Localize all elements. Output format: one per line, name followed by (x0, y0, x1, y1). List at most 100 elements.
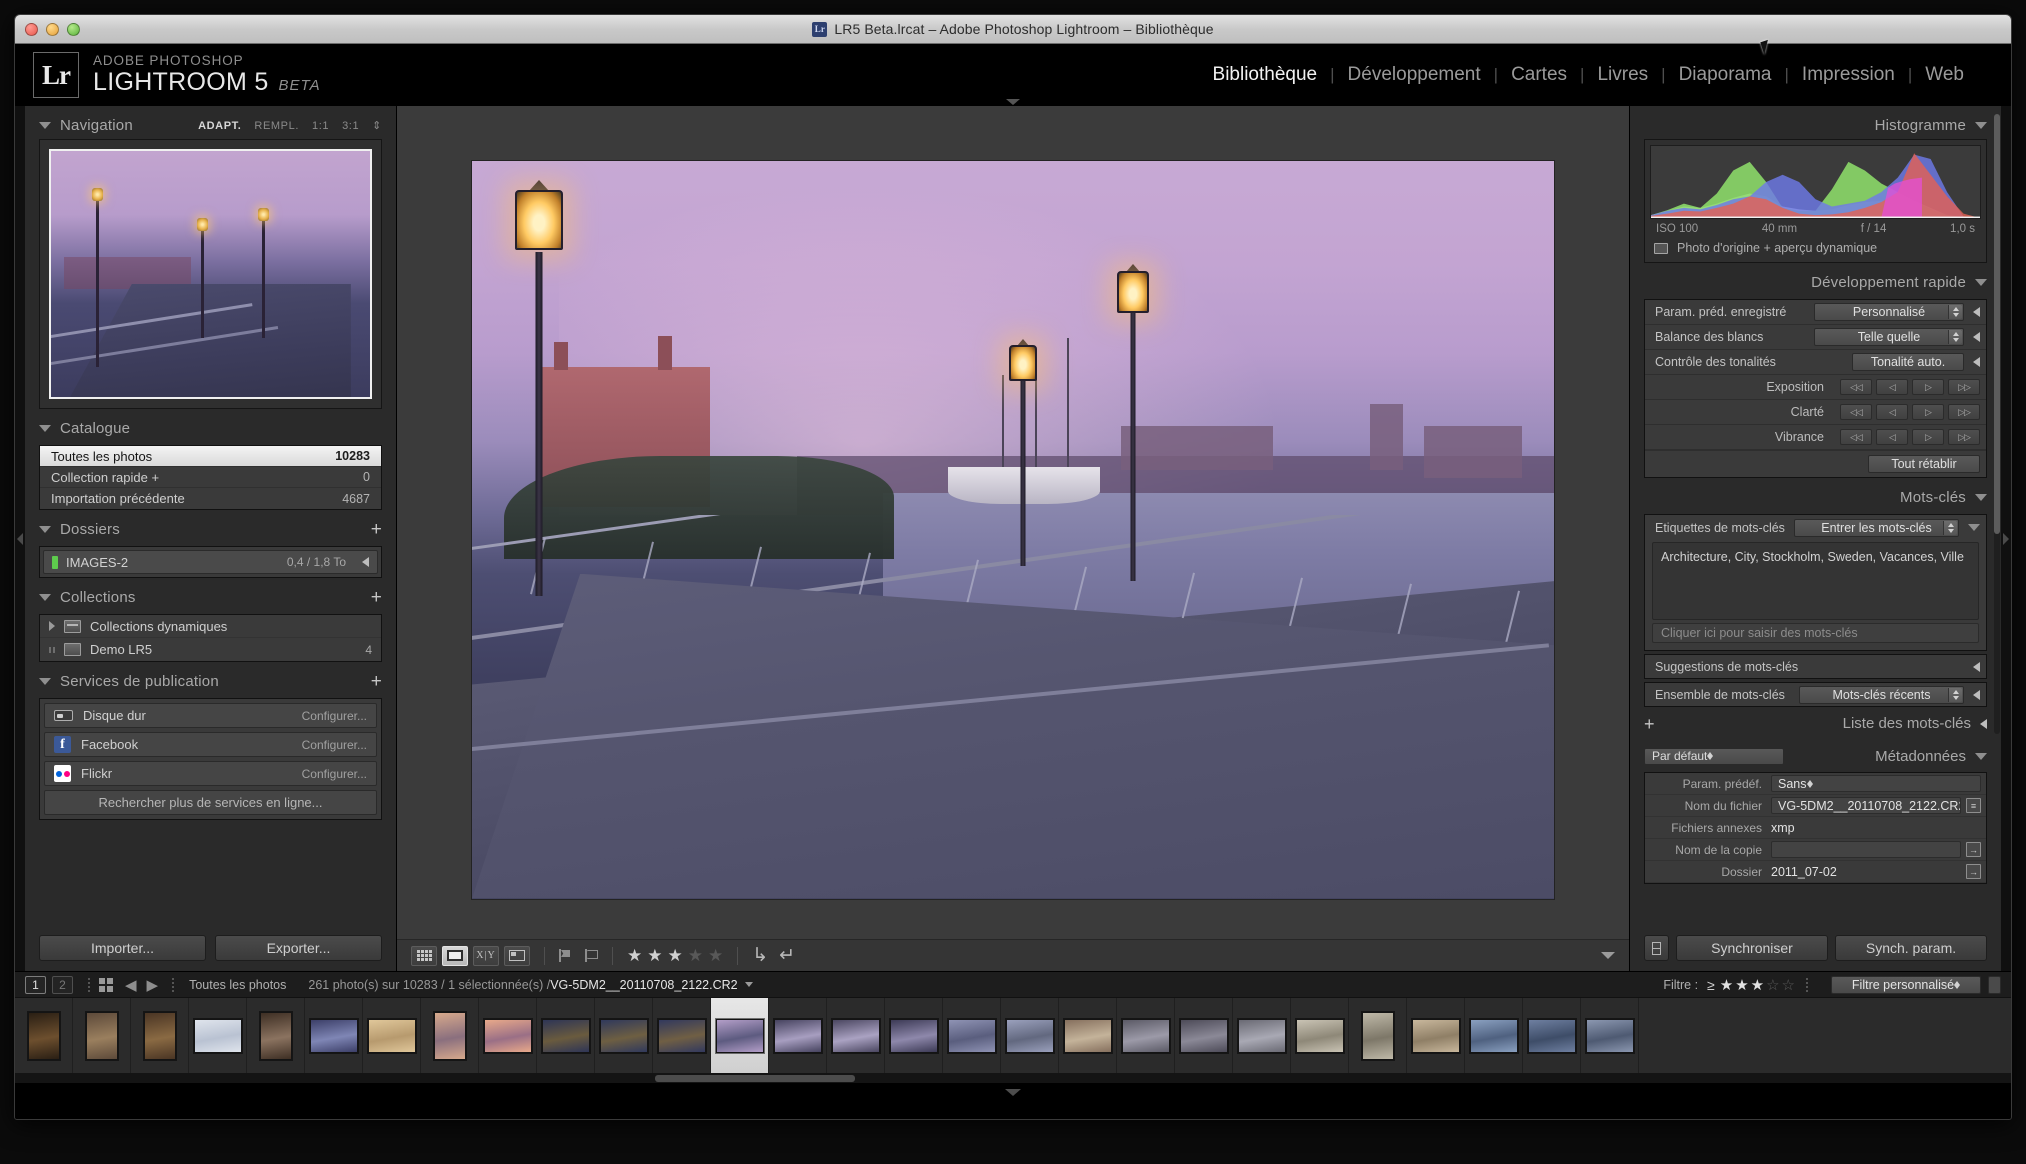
keyword-mode-select[interactable]: Entrer les mots-clés (1794, 518, 1959, 537)
tone-expand-icon[interactable] (1973, 357, 1980, 367)
reset-all-button[interactable]: Tout rétablir (1868, 455, 1980, 473)
loupe-view-icon[interactable] (442, 945, 468, 966)
original-photo-row[interactable]: Photo d'origine + aperçu dynamique (1650, 237, 1981, 257)
filmstrip-scrollbar[interactable] (15, 1073, 2011, 1083)
toolbar-options-caret-icon[interactable] (1601, 952, 1615, 959)
filmstrip-thumbnail[interactable] (599, 1018, 648, 1053)
add-publish-service-button[interactable]: + (371, 672, 382, 691)
stepper-icon[interactable] (1948, 305, 1962, 319)
keyword-list-expand-icon[interactable] (1980, 718, 1987, 729)
filter-preset-select[interactable]: Filtre personnalisé (1831, 975, 1981, 994)
metadata-view-select[interactable]: Par défaut (1644, 747, 1784, 765)
zoom-adapt[interactable]: ADAPT. (198, 120, 241, 132)
filmstrip-thumbnail-cell[interactable] (653, 998, 711, 1073)
filmstrip-thumbnail[interactable] (889, 1018, 938, 1053)
keyword-tags-textarea[interactable]: Architecture, City, Stockholm, Sweden, V… (1652, 542, 1979, 620)
filmstrip-source-label[interactable]: Toutes les photos (189, 978, 286, 992)
filmstrip-thumbnail[interactable] (541, 1018, 590, 1053)
filmstrip-thumbnail[interactable] (1237, 1018, 1286, 1053)
filmstrip-thumbnail-cell[interactable] (131, 998, 189, 1073)
configure-link[interactable]: Configurer... (302, 709, 367, 723)
stepper-icon[interactable] (1948, 330, 1962, 344)
scrollbar-thumb[interactable] (655, 1075, 855, 1082)
stepper-icon[interactable] (1954, 980, 1961, 989)
filter-operator[interactable]: ≥ (1707, 977, 1715, 993)
rating-star-3[interactable]: ★ (668, 947, 683, 964)
metadata-filename-value[interactable]: VG-5DM2__20110708_2122.CR2 (1771, 797, 1961, 814)
keyword-set-select[interactable]: Mots-clés récents (1799, 685, 1964, 704)
zoom-3-1[interactable]: 3:1 (342, 120, 359, 132)
folder-volume-row[interactable]: IMAGES-2 0,4 / 1,8 To (43, 550, 378, 574)
filmstrip-thumbnail-cell[interactable] (1233, 998, 1291, 1073)
filmstrip-thumbnail[interactable] (1469, 1018, 1518, 1053)
expand-triangle-icon[interactable] (49, 621, 55, 631)
filmstrip-thumbnail-cell[interactable] (363, 998, 421, 1073)
flag-reject-icon[interactable] (585, 949, 598, 962)
scrollbar-thumb[interactable] (1994, 114, 2000, 534)
add-collection-button[interactable]: + (371, 588, 382, 607)
configure-link[interactable]: Configurer... (302, 738, 367, 752)
filmstrip-thumbnail-cell[interactable] (943, 998, 1001, 1073)
exposure-decrease-big[interactable]: ◁◁ (1840, 379, 1872, 395)
filmstrip-thumbnail[interactable] (947, 1018, 996, 1053)
zoom-1-1[interactable]: 1:1 (312, 120, 329, 132)
filmstrip-thumbnail[interactable] (1411, 1018, 1460, 1053)
stepper-icon[interactable] (1806, 779, 1813, 788)
rating-star-5[interactable]: ★ (708, 947, 723, 964)
zoom-level-picker[interactable]: ADAPT. REMPL. 1:1 3:1 ⇕ (198, 119, 382, 133)
stepper-icon[interactable] (1707, 752, 1714, 760)
auto-tone-button[interactable]: Tonalité auto. (1852, 353, 1964, 371)
publish-service-flickr[interactable]: Flickr Configurer... (44, 761, 377, 786)
filmstrip-thumbnail[interactable] (715, 1018, 764, 1053)
stepper-icon[interactable] (1943, 520, 1957, 535)
right-panel-scrollbar[interactable] (1994, 114, 2000, 734)
filmstrip-thumbnail-cell[interactable] (1581, 998, 1639, 1073)
survey-view-icon[interactable] (504, 945, 530, 966)
filmstrip-thumbnail[interactable] (85, 1011, 118, 1060)
filename-list-icon[interactable]: ≡ (1966, 798, 1981, 813)
module-tab-web[interactable]: Web (1912, 64, 1977, 86)
filmstrip-thumbnail-cell[interactable] (595, 998, 653, 1073)
stepper-icon[interactable] (1948, 687, 1962, 702)
filter-star-2[interactable]: ★ (1735, 977, 1748, 994)
filmstrip-thumbnail[interactable] (433, 1011, 466, 1060)
close-window-button[interactable] (25, 23, 38, 36)
filmstrip-thumbnail[interactable] (1585, 1018, 1634, 1053)
navigator-preview-box[interactable] (39, 139, 382, 409)
publish-service-facebook[interactable]: f Facebook Configurer... (44, 732, 377, 757)
add-folder-button[interactable]: + (371, 520, 382, 539)
collection-row-smart[interactable]: Collections dynamiques (40, 615, 381, 638)
collections-panel-header[interactable]: Collections + (39, 584, 382, 611)
metadata-panel-header[interactable]: Par défaut Métadonnées (1644, 743, 1987, 769)
vibrance-decrease-big[interactable]: ◁◁ (1840, 429, 1872, 445)
catalogue-panel-header[interactable]: Catalogue (39, 415, 382, 442)
window-controls[interactable] (25, 23, 80, 36)
filmstrip-thumbnail-cell[interactable] (1117, 998, 1175, 1073)
keywords-panel-header[interactable]: Mots-clés (1644, 484, 1987, 511)
module-tab-diaporama[interactable]: Diaporama (1666, 64, 1785, 86)
left-panel-collapse-rail[interactable] (15, 106, 25, 971)
preset-expand-icon[interactable] (1973, 307, 1980, 317)
filmstrip-thumbnail-cell[interactable] (885, 998, 943, 1073)
catalogue-row[interactable]: Toutes les photos 10283 (40, 446, 381, 467)
filmstrip-thumbnail[interactable] (143, 1011, 176, 1060)
vibrance-increase-big[interactable]: ▷▷ (1948, 429, 1980, 445)
find-more-services-button[interactable]: Rechercher plus de services en ligne... (44, 790, 377, 815)
filter-star-1[interactable]: ★ (1720, 977, 1733, 994)
filmstrip-thumbnail-cell[interactable] (479, 998, 537, 1073)
minimize-window-button[interactable] (46, 23, 59, 36)
filmstrip-thumbnail-cell[interactable] (1523, 998, 1581, 1073)
filmstrip-thumbnail-cell[interactable] (247, 998, 305, 1073)
filmstrip-thumbnail[interactable] (1005, 1018, 1054, 1053)
filmstrip-thumbnail[interactable] (259, 1011, 292, 1060)
synchronise-button[interactable]: Synchroniser (1676, 935, 1828, 961)
collapse-top-panel-arrow[interactable] (1006, 99, 1020, 105)
zoom-stepper-icon[interactable]: ⇕ (372, 119, 382, 132)
filmstrip-thumbnail-cell[interactable] (305, 998, 363, 1073)
filmstrip-thumbnail-cell[interactable] (769, 998, 827, 1073)
identity-plate[interactable]: Lr ADOBE PHOTOSHOP LIGHTROOM 5 BETA (33, 52, 321, 98)
filmstrip-thumbnail[interactable] (773, 1018, 822, 1053)
filmstrip-source-caret-icon[interactable] (744, 982, 753, 987)
compare-view-icon[interactable]: X|Y (473, 945, 499, 966)
filmstrip-thumbnail-cell[interactable] (1291, 998, 1349, 1073)
